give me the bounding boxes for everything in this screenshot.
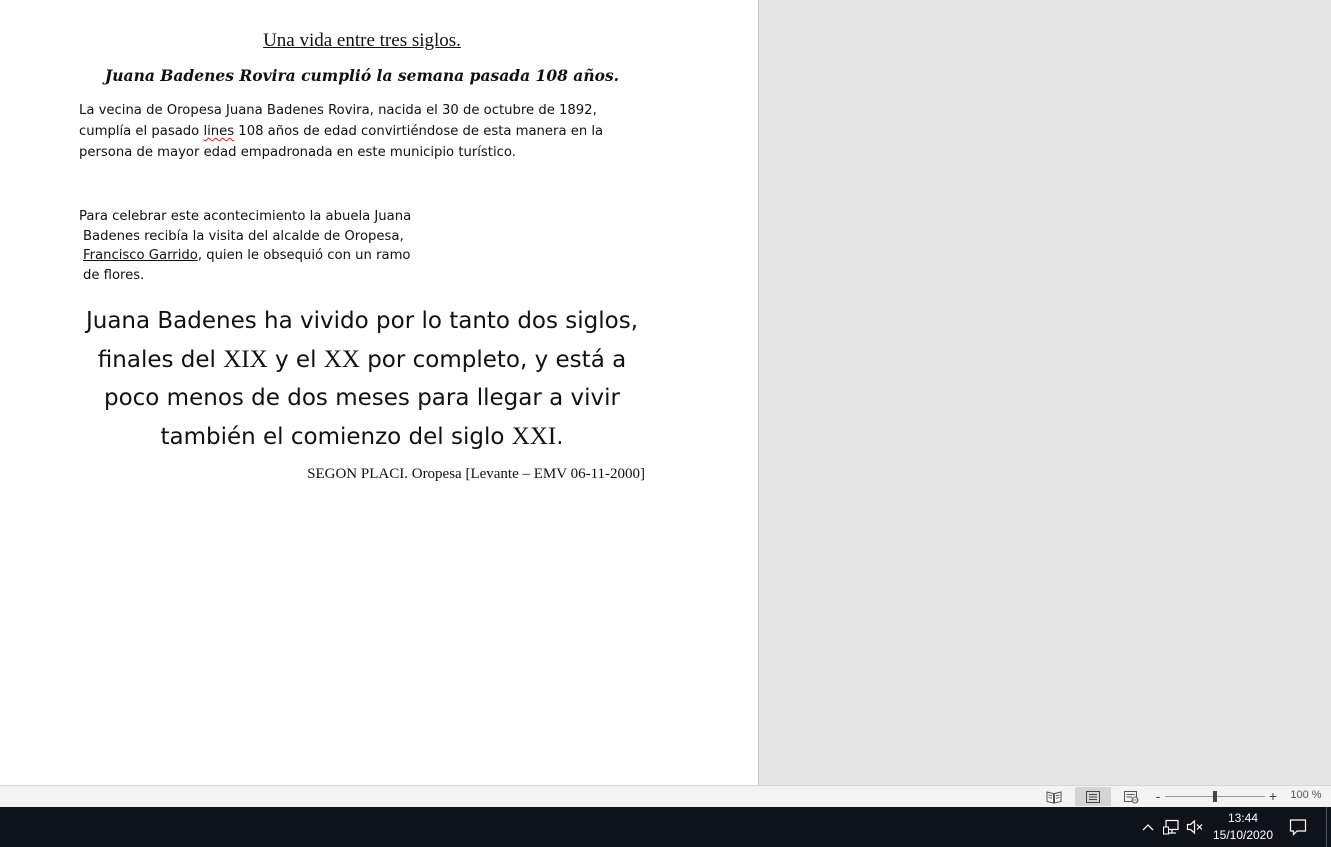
zoom-slider-thumb[interactable] (1213, 791, 1217, 802)
network-button[interactable] (1163, 818, 1181, 836)
paragraph-2-line-3-rest: , quien le obsequió con un ramo (197, 248, 411, 263)
document-page[interactable]: Una vida entre tres siglos. Juana Badene… (0, 0, 759, 785)
taskbar: 13:44 15/10/2020 (0, 807, 1331, 847)
zoom-in-button[interactable]: + (1265, 787, 1281, 806)
web-layout-icon (1124, 790, 1139, 803)
paragraph-2-line-1: Para celebrar este acontecimiento la abu… (79, 209, 412, 224)
web-layout-button[interactable] (1113, 787, 1149, 806)
paragraph-2: Para celebrar este acontecimiento la abu… (79, 207, 419, 285)
zoom-out-button[interactable]: - (1150, 787, 1166, 806)
taskbar-clock[interactable]: 13:44 15/10/2020 (1208, 810, 1278, 844)
clock-time: 13:44 (1227, 811, 1259, 825)
quote-roman-2: XX (323, 345, 360, 373)
paragraph-1: La vecina de Oropesa Juana Badenes Rovir… (79, 100, 649, 163)
volume-muted-icon (1186, 819, 1203, 835)
paragraph-2-line-4: de flores. (83, 267, 145, 283)
print-layout-button[interactable] (1075, 787, 1111, 806)
read-mode-button[interactable] (1036, 787, 1072, 806)
article-source: SEGON PLACI. Oropesa [Levante – EMV 06-1… (307, 466, 645, 482)
chevron-up-icon (1142, 824, 1154, 831)
mayor-name-link[interactable]: Francisco Garrido (83, 248, 198, 263)
paragraph-2-line-3: Francisco Garrido, quien le obsequió con… (79, 246, 419, 266)
action-center-button[interactable] (1289, 818, 1307, 836)
quote-roman-3: XXI (511, 422, 557, 450)
misspelled-word[interactable]: lines (203, 124, 234, 139)
status-bar: - + 100 % (0, 785, 1331, 807)
quote-text-4: . (556, 423, 564, 450)
highlight-quote: Juana Badenes ha vivido por lo tanto dos… (70, 302, 654, 456)
quote-text-2: y el (267, 346, 324, 373)
article-title: Una vida entre tres siglos. (263, 30, 461, 51)
notifications-icon (1289, 819, 1307, 836)
zoom-level[interactable]: 100 % (1286, 789, 1326, 801)
paragraph-2-line-2: Badenes recibía la visita del alcalde de… (83, 228, 404, 244)
word-window: Una vida entre tres siglos. Juana Badene… (0, 0, 1331, 847)
document-area[interactable]: Una vida entre tres siglos. Juana Badene… (0, 0, 1331, 785)
show-desktop-button[interactable] (1326, 807, 1331, 847)
show-hidden-icons-button[interactable] (1139, 818, 1157, 836)
quote-roman-1: XIX (223, 345, 268, 373)
read-mode-icon (1046, 790, 1062, 804)
volume-button[interactable] (1186, 818, 1204, 836)
clock-date: 15/10/2020 (1212, 828, 1274, 842)
print-layout-icon (1086, 790, 1100, 803)
network-icon (1163, 819, 1179, 835)
article-subtitle: Juana Badenes Rovira cumplió la semana p… (104, 66, 620, 85)
